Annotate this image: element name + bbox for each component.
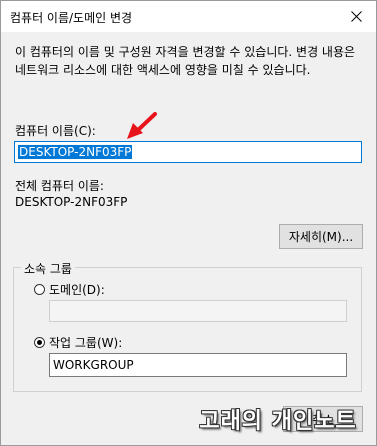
workgroup-input[interactable]: WORKGROUP: [49, 353, 347, 377]
watermark-text: 고래의 개인노트: [199, 409, 357, 434]
workgroup-value: WORKGROUP: [53, 358, 134, 372]
domain-radio[interactable]: [34, 284, 45, 295]
full-computer-name-value: DESKTOP-2NF03FP: [15, 195, 128, 209]
red-arrow-annotation: [127, 112, 157, 139]
membership-legend: 소속 그룹: [21, 260, 75, 277]
workgroup-radio-dot: [37, 340, 42, 345]
close-icon: [350, 11, 362, 22]
workgroup-label: 작업 그룹(W):: [49, 336, 123, 350]
computer-name-input[interactable]: DESKTOP-2NF03FP: [14, 141, 362, 163]
window-title: 컴퓨터 이름/도메인 변경: [10, 11, 133, 25]
domain-input[interactable]: [49, 300, 347, 322]
close-button[interactable]: [336, 1, 376, 32]
computer-name-label: 컴퓨터 이름(C):: [15, 124, 96, 138]
more-button-label: 자세히(M)...: [288, 230, 354, 244]
domain-label: 도메인(D):: [49, 283, 105, 297]
computer-name-value: DESKTOP-2NF03FP: [18, 145, 133, 159]
title-bar: 컴퓨터 이름/도메인 변경: [1, 1, 376, 32]
description-text: 이 컴퓨터의 이름 및 구성원 자격을 변경할 수 있습니다. 변경 내용은 네…: [15, 45, 356, 77]
full-computer-name-label: 전체 컴퓨터 이름:: [15, 179, 104, 193]
workgroup-radio[interactable]: [34, 337, 45, 348]
more-button[interactable]: 자세히(M)...: [279, 224, 363, 249]
change-computer-name-dialog: 컴퓨터 이름/도메인 변경 이 컴퓨터의 이름 및 구성원 자격을 변경할 수 …: [0, 0, 377, 446]
